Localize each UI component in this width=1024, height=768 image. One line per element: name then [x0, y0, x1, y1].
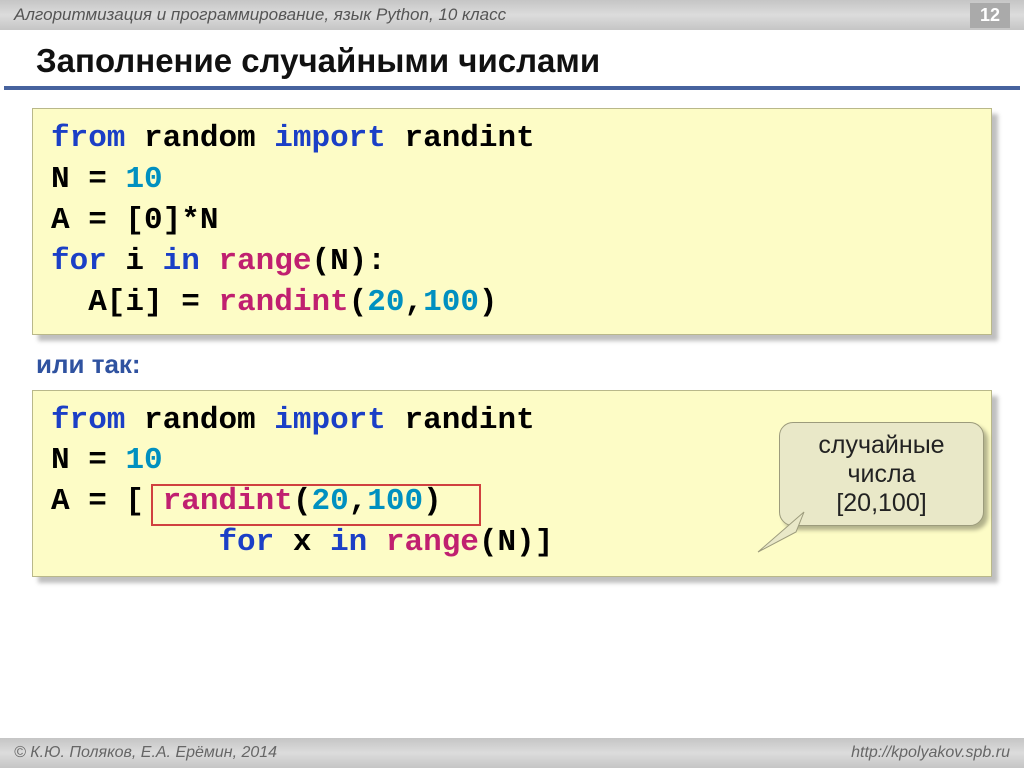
code-line: A = [0]*N — [51, 201, 973, 242]
footer-bar: © К.Ю. Поляков, Е.А. Ерёмин, 2014 http:/… — [0, 738, 1024, 768]
callout-tail-icon — [746, 510, 806, 560]
highlight-box — [151, 484, 481, 526]
code-line: for x in range(N)] — [51, 523, 973, 564]
callout-line: [20,100] — [802, 489, 961, 518]
code-line: from random import randint — [51, 119, 973, 160]
copyright: © К.Ю. Поляков, Е.А. Ерёмин, 2014 — [14, 744, 277, 762]
header-bar: Алгоритмизация и программирование, язык … — [0, 0, 1024, 30]
code-line: A[i] = randint(20,100) — [51, 283, 973, 324]
footer-url: http://kpolyakov.spb.ru — [851, 744, 1010, 762]
callout-bubble: случайные числа [20,100] — [779, 422, 984, 526]
code-block-1: from random import randint N = 10 A = [0… — [32, 108, 992, 335]
callout-line: случайные — [802, 431, 961, 460]
callout-line: числа — [802, 460, 961, 489]
code-line: for i in range(N): — [51, 242, 973, 283]
slide-title: Заполнение случайными числами — [4, 30, 1020, 90]
page-number: 12 — [970, 3, 1010, 28]
or-label: или так: — [36, 349, 992, 380]
code-line: N = 10 — [51, 160, 973, 201]
course-title: Алгоритмизация и программирование, язык … — [14, 5, 506, 25]
